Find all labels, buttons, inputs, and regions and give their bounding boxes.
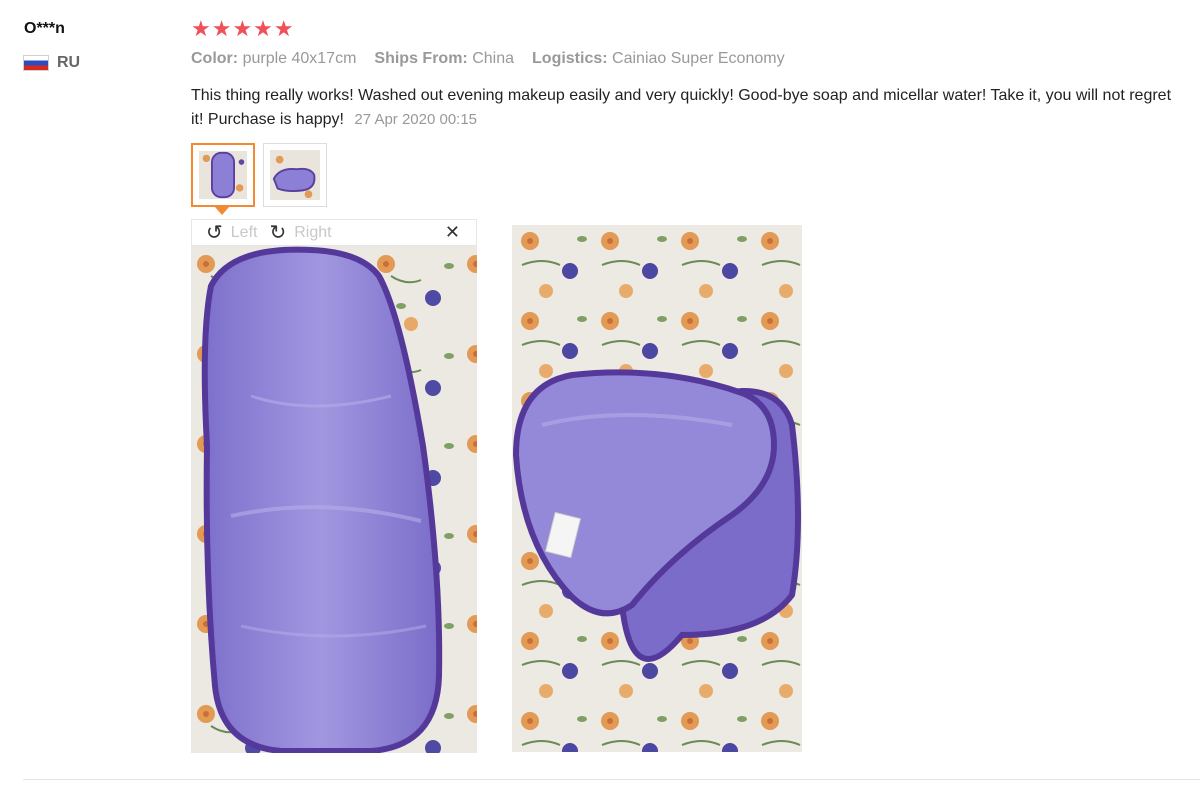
towel-folded-photo	[512, 225, 802, 752]
review-photo-large[interactable]	[191, 246, 477, 753]
rotate-right-label: Right	[294, 223, 332, 241]
image-viewer-toolbar: ↺ Left ↻ Right ✕	[191, 219, 477, 246]
close-viewer-icon[interactable]: ✕	[445, 222, 460, 243]
thumbnail-1[interactable]	[191, 143, 255, 215]
country-code: RU	[57, 54, 81, 71]
rotate-left-icon: ↺	[206, 221, 223, 244]
review-divider	[23, 779, 1200, 780]
rotate-right-icon: ↻	[269, 221, 287, 244]
rotate-left-button[interactable]: ↺ Left	[206, 223, 257, 243]
towel-flat-thumbnail	[199, 151, 247, 199]
photo-thumbnails	[191, 143, 327, 215]
russia-flag-icon	[23, 55, 49, 71]
product-attributes: Color: purple 40x17cm Ships From: China …	[191, 50, 785, 68]
rotate-right-button[interactable]: ↻ Right	[269, 223, 331, 243]
rotate-left-label: Left	[230, 223, 258, 241]
review-text: This thing really works! Washed out even…	[191, 87, 1172, 128]
thumbnail-2[interactable]	[263, 143, 327, 207]
review-date: 27 Apr 2020 00:15	[354, 111, 478, 128]
attr-logistics: Logistics: Cainiao Super Economy	[532, 50, 785, 67]
attr-color: Color: purple 40x17cm	[191, 50, 357, 67]
active-thumbnail-caret	[215, 207, 229, 215]
reviewer-name: O***n	[24, 20, 65, 37]
attr-ships-from: Ships From: China	[374, 50, 515, 67]
review-photo-second[interactable]	[512, 225, 802, 752]
review-body: This thing really works! Washed out even…	[191, 84, 1181, 132]
towel-flat-photo	[191, 246, 477, 753]
reviewer-country: RU	[23, 54, 80, 72]
towel-folded-thumbnail	[270, 150, 320, 200]
star-rating: ★★★★★	[191, 16, 295, 41]
